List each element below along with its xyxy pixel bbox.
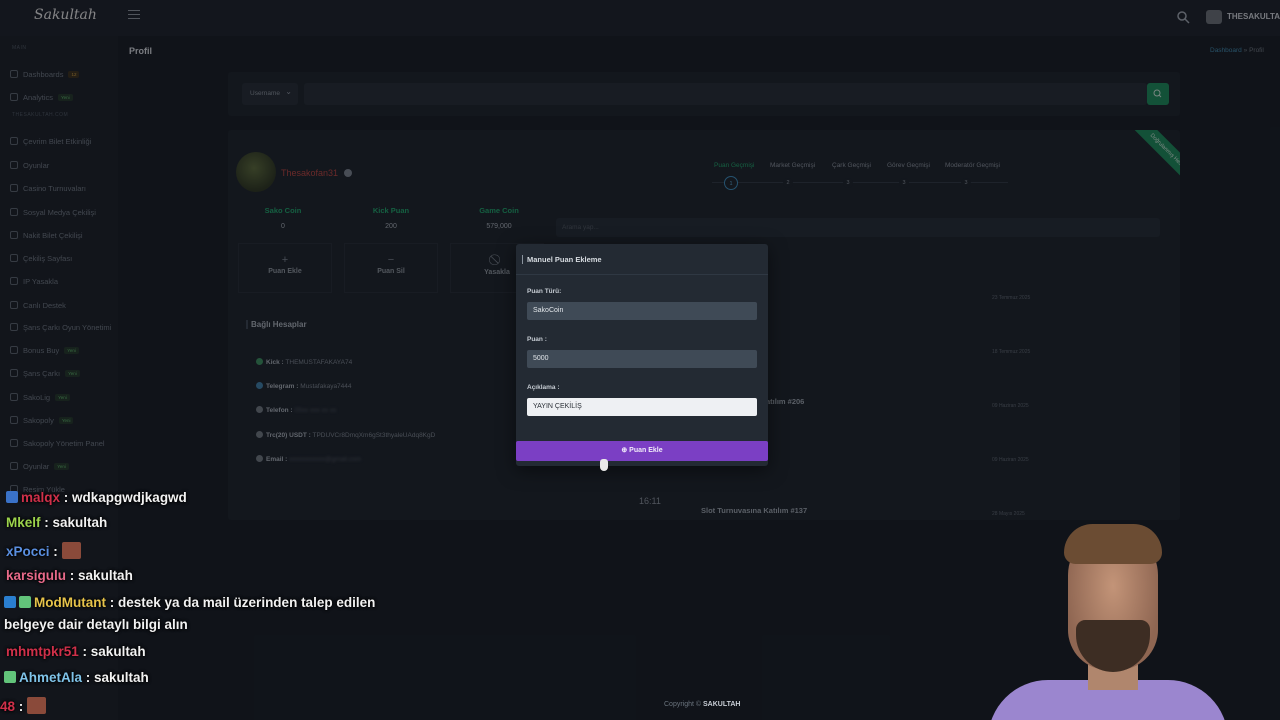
amount-input[interactable]: 5000 — [527, 350, 757, 368]
chat-message: ModMutant : destek ya da mail üzerinden … — [4, 595, 375, 610]
moderator-badge-icon — [4, 596, 16, 608]
modal-title: Manuel Puan Ekleme — [522, 255, 602, 264]
add-points-modal: Manuel Puan Ekleme Puan Türü: SakoCoin P… — [516, 244, 768, 466]
app-root: Sakultah THESAKULTAH MAIN THESAKULTAH.CO… — [0, 0, 1280, 720]
point-type-label: Puan Türü: — [527, 288, 562, 295]
emote-icon — [27, 697, 47, 714]
description-label: Açıklama : — [527, 384, 560, 391]
webcam-overlay — [988, 520, 1280, 720]
submit-add-points-button[interactable]: ⊕ Puan Ekle — [516, 441, 768, 461]
gift-badge-icon — [4, 671, 16, 683]
chat-message-continued: belgeye dair detaylı bilgi alın — [4, 617, 188, 632]
chat-message: AhmetAla : sakultah — [4, 670, 149, 685]
footer: Copyright © SAKULTAH — [664, 701, 741, 708]
point-type-select[interactable]: SakoCoin — [527, 302, 757, 320]
hand-cursor-icon — [600, 459, 608, 471]
chat-message: malqx : wdkapgwdjkagwd — [6, 490, 187, 505]
emote-icon — [61, 542, 81, 559]
chat-message: xPocci : — [6, 542, 81, 559]
submit-label: Puan Ekle — [629, 447, 663, 454]
modal-divider — [516, 274, 768, 275]
chat-message: karsigulu : sakultah — [6, 568, 133, 583]
sub-badge-icon — [6, 491, 18, 503]
chat-message: 48 : — [0, 697, 47, 714]
plus-circle-icon: ⊕ — [621, 447, 628, 454]
gift-badge-icon — [19, 596, 31, 608]
chat-message: mhmtpkr51 : sakultah — [6, 644, 146, 659]
amount-label: Puan : — [527, 336, 547, 343]
chat-message: Mkelf : sakultah — [6, 515, 108, 530]
description-input[interactable]: YAYIN ÇEKİLİŞ — [527, 398, 757, 416]
